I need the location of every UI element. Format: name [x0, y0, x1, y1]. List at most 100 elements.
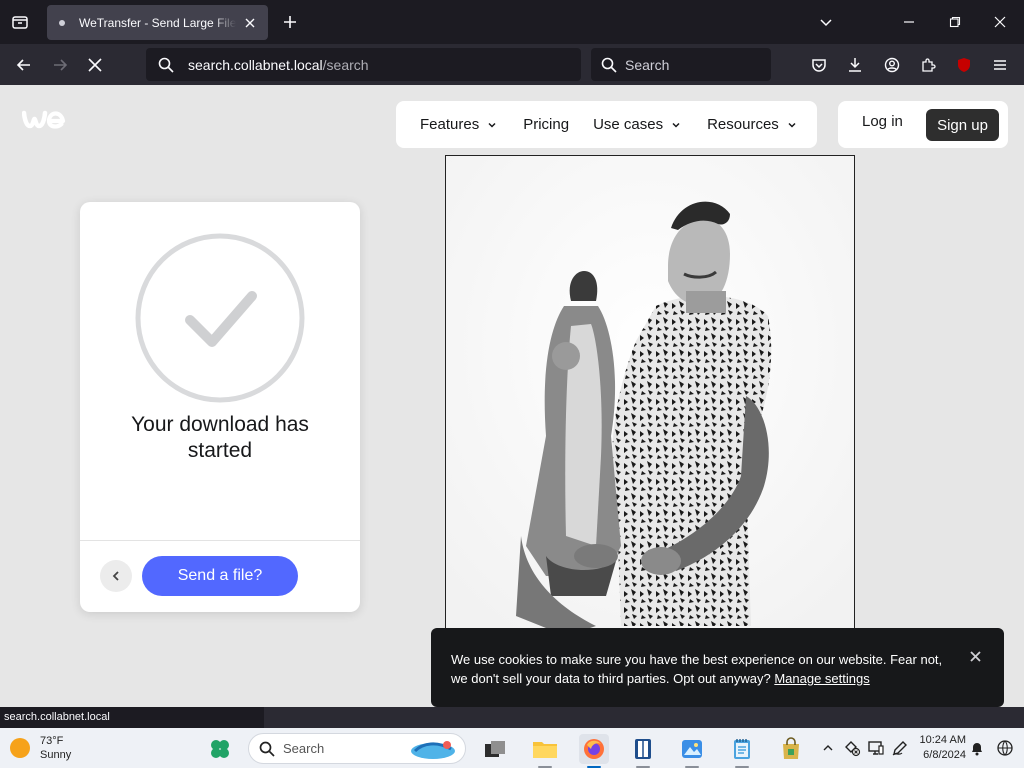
shield-icon	[958, 58, 970, 72]
clock-date: 6/8/2024	[923, 749, 966, 761]
list-all-tabs-button[interactable]	[814, 10, 838, 34]
task-view-icon	[485, 741, 505, 757]
page-content: Features Pricing Use cases Resources Log…	[0, 85, 1024, 707]
new-tab-button[interactable]	[278, 10, 302, 34]
auth-navigation: Log in Sign up	[838, 101, 1008, 148]
notepad-button[interactable]	[727, 734, 757, 768]
checkmark-circle-icon	[135, 233, 305, 403]
network-icon	[845, 741, 861, 757]
firefox-button[interactable]	[579, 734, 609, 768]
tab-close-button[interactable]	[242, 15, 258, 31]
search-icon	[601, 57, 617, 73]
download-heading-line2: started	[187, 439, 253, 462]
shopping-bag-icon	[783, 737, 799, 759]
login-link[interactable]: Log in	[862, 113, 903, 130]
search-icon	[158, 57, 174, 73]
forward-button[interactable]	[47, 52, 73, 78]
firefox-icon	[584, 739, 604, 759]
photos-icon	[682, 740, 702, 758]
restore-icon	[949, 16, 961, 28]
tab-title: WeTransfer - Send Large Files & Share Ph…	[79, 15, 236, 30]
back-button[interactable]	[11, 52, 37, 78]
back-button[interactable]	[100, 560, 132, 592]
plus-icon	[284, 16, 296, 28]
nav-label: Use cases	[593, 116, 664, 133]
nav-pricing[interactable]: Pricing	[523, 116, 569, 133]
browser-search-bar[interactable]: Search	[591, 48, 771, 81]
taskbar-search[interactable]: Search	[248, 733, 466, 764]
download-heading: Your download has started	[80, 412, 360, 464]
pocket-icon	[812, 59, 826, 72]
search-icon	[259, 741, 275, 757]
display-button[interactable]	[866, 738, 886, 758]
address-bar[interactable]: search.collabnet.local/search	[146, 48, 581, 81]
weather-text: 73°F Sunny	[40, 734, 71, 762]
minimize-window-button[interactable]	[897, 10, 921, 34]
account-button[interactable]	[879, 52, 905, 78]
wetransfer-logo[interactable]	[21, 109, 66, 136]
pen-icon	[892, 741, 907, 756]
cookie-close-button[interactable]	[967, 648, 983, 664]
puzzle-icon	[922, 58, 936, 72]
nav-label: Resources	[707, 116, 779, 133]
app-menu-button[interactable]	[987, 52, 1013, 78]
browser-tab-strip: WeTransfer - Send Large Files & Share Ph…	[0, 0, 1024, 44]
search-placeholder: Search	[625, 56, 670, 73]
downloads-button[interactable]	[842, 52, 868, 78]
chevron-down-icon	[488, 122, 496, 128]
bell-icon	[972, 743, 982, 756]
extensions-button[interactable]	[915, 52, 941, 78]
arrow-left-icon	[16, 59, 30, 71]
download-heading-line1: Your download has	[131, 413, 309, 436]
arrow-right-icon	[54, 59, 68, 71]
nav-label: Features	[420, 116, 480, 133]
browser-tab-active[interactable]: WeTransfer - Send Large Files & Share Ph…	[47, 5, 268, 40]
photos-app-button[interactable]	[677, 734, 707, 768]
nav-use-cases[interactable]: Use cases	[593, 116, 681, 133]
browser-status-url: search.collabnet.local	[0, 707, 264, 728]
book-icon	[635, 739, 651, 759]
pen-menu-button[interactable]	[890, 738, 910, 758]
notifications-button[interactable]	[967, 738, 987, 758]
reader-app-button[interactable]	[628, 734, 658, 768]
background-photo	[445, 155, 855, 635]
url-host: search.collabnet.local	[188, 56, 323, 73]
manage-settings-link[interactable]: Manage settings	[774, 671, 869, 686]
send-file-button[interactable]: Send a file?	[142, 556, 298, 596]
weather-temp: 73°F	[40, 735, 64, 747]
ublock-extension-button[interactable]	[951, 52, 977, 78]
clock-time: 10:24 AM	[919, 734, 966, 746]
hamburger-menu-icon	[994, 60, 1006, 70]
store-app-button[interactable]	[776, 734, 806, 764]
stop-loading-button[interactable]	[82, 52, 108, 78]
nav-resources[interactable]: Resources	[707, 116, 797, 133]
close-window-button[interactable]	[988, 10, 1012, 34]
start-button[interactable]	[205, 734, 235, 764]
loading-indicator-icon	[59, 19, 65, 26]
wetransfer-logo-icon	[21, 110, 66, 129]
nav-label: Pricing	[523, 116, 570, 133]
search-highlight-icon	[411, 741, 455, 759]
chevron-up-icon	[823, 745, 833, 751]
signup-button[interactable]: Sign up	[926, 109, 999, 141]
show-hidden-icons-button[interactable]	[818, 738, 838, 758]
url-text: search.collabnet.local/search	[188, 57, 369, 73]
card-divider	[80, 540, 360, 541]
pocket-button[interactable]	[806, 52, 832, 78]
close-icon	[245, 18, 255, 27]
desktop-widget-button[interactable]	[995, 738, 1015, 758]
taskbar-clock[interactable]: 10:24 AM 6/8/2024	[912, 733, 966, 763]
main-navigation: Features Pricing Use cases Resources	[396, 101, 817, 148]
download-icon	[849, 58, 861, 72]
weather-widget[interactable]: 73°F Sunny	[10, 734, 71, 762]
minimize-icon	[904, 21, 914, 23]
tab-list-icon	[12, 16, 28, 29]
network-status-button[interactable]	[842, 738, 862, 758]
nav-features[interactable]: Features	[420, 116, 497, 133]
tab-list-button[interactable]	[8, 10, 32, 34]
restore-window-button[interactable]	[943, 10, 967, 34]
file-explorer-button[interactable]	[530, 734, 560, 768]
chevron-down-icon	[788, 122, 796, 128]
task-view-button[interactable]	[480, 734, 510, 764]
url-path: /search	[322, 56, 369, 73]
